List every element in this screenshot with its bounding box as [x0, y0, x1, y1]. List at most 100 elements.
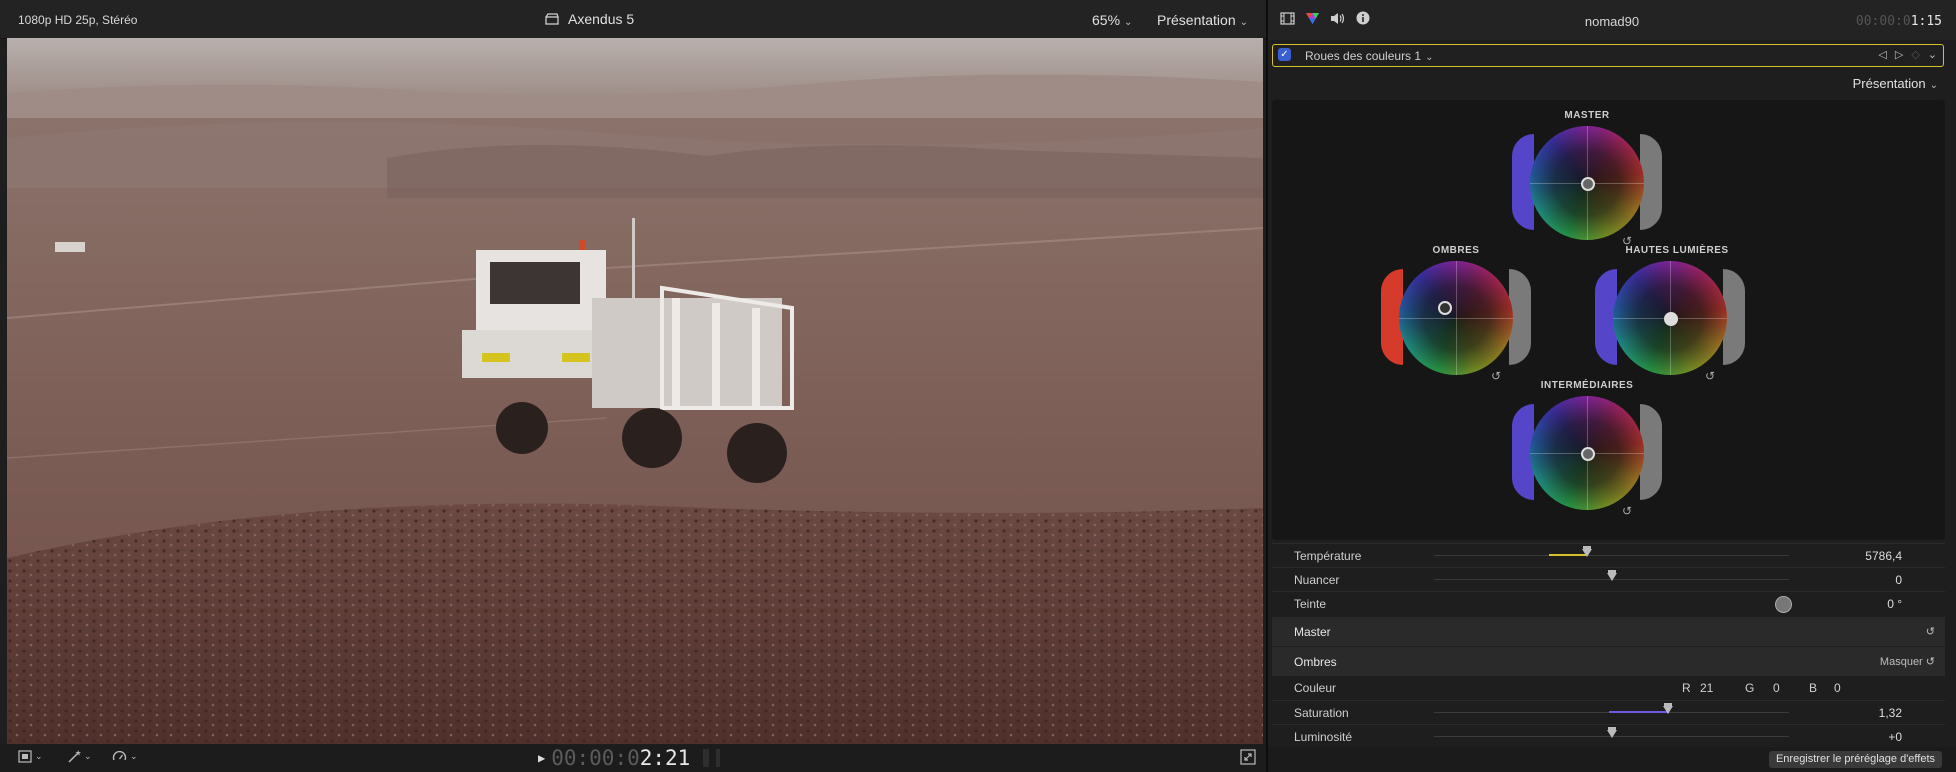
viewer-bottom-bar: ⌄ ⌄ ⌄ ▶ 00:00:02:21 — [0, 745, 1266, 772]
add-keyframe-icon[interactable]: ◇ — [1911, 48, 1919, 61]
g-value[interactable]: 0 — [1773, 681, 1809, 695]
slider-thumb[interactable] — [1606, 570, 1617, 581]
project-title: Axendus 5 — [568, 11, 635, 27]
clip-duration: 00:00:01:15 — [1856, 14, 1942, 29]
shadows-section-label: Ombres — [1294, 655, 1337, 669]
master-wheel[interactable]: ↺ — [1512, 126, 1662, 256]
chevron-down-icon: ⌄ — [35, 751, 43, 761]
next-keyframe-icon[interactable]: ▷ — [1895, 48, 1903, 61]
previous-keyframe-icon[interactable]: ◁ — [1878, 48, 1886, 61]
play-icon[interactable]: ▶ — [538, 751, 545, 765]
effect-header: ✓ Roues des couleurs 1 ⌄ ◁ ▷ ◇ ⌄ — [1272, 44, 1944, 67]
speedometer-icon — [112, 750, 127, 761]
hide-button[interactable]: Masquer — [1880, 656, 1923, 668]
chevron-down-icon: ⌄ — [130, 750, 138, 761]
chevron-down-icon: ⌄ — [1425, 52, 1434, 63]
reset-icon[interactable]: ↺ — [1622, 234, 1632, 248]
duration-dim: 00:00:0 — [1855, 14, 1911, 29]
clip-name: nomad90 — [1584, 14, 1640, 29]
timecode-display[interactable]: ▶ 00:00:02:21 — [538, 746, 690, 770]
temperature-value[interactable]: 5786,4 — [1792, 549, 1902, 563]
project-title-area: Axendus 5 — [545, 11, 634, 27]
saturation-row: Saturation 1,32 — [1272, 700, 1945, 725]
reset-icon[interactable]: ↺ — [1926, 625, 1935, 638]
temperature-slider[interactable] — [1434, 546, 1789, 557]
fullscreen-button[interactable] — [1240, 749, 1256, 770]
color-row: Couleur R 21 G 0 B 0 — [1272, 676, 1945, 700]
tint-slider[interactable] — [1434, 570, 1789, 581]
shadows-wheel[interactable]: ↺ — [1381, 261, 1531, 391]
effect-name-menu[interactable]: Roues des couleurs 1 ⌄ — [1305, 49, 1433, 63]
slider-thumb[interactable] — [1663, 703, 1674, 714]
inspector-view-menu[interactable]: Présentation ⌄ — [1853, 76, 1938, 91]
enhance-menu[interactable]: ⌄ — [67, 750, 92, 763]
duration-main: 1:15 — [1910, 14, 1942, 29]
saturation-slider[interactable] — [1434, 703, 1789, 714]
magic-wand-icon — [68, 750, 81, 763]
master-section-label: Master — [1294, 625, 1331, 639]
panel-divider[interactable] — [1266, 0, 1268, 772]
b-label: B — [1809, 681, 1818, 695]
reset-icon[interactable]: ↺ — [1926, 656, 1935, 668]
reset-icon[interactable]: ↺ — [1622, 504, 1632, 518]
divider-handle — [716, 749, 720, 767]
hue-dial[interactable] — [1775, 596, 1792, 613]
viewer-toolbar: 1080p HD 25p, Stéréo Axendus 5 65% ⌄ Prés… — [0, 0, 1266, 39]
shadows-wheel-label: OMBRES — [1432, 245, 1480, 256]
brightness-label: Luminosité — [1294, 730, 1353, 744]
inspector-footer: Enregistrer le préréglage d'effets — [1268, 747, 1956, 772]
zoom-menu[interactable]: 65% ⌄ — [1092, 12, 1132, 28]
divider-handle — [703, 749, 709, 767]
slider-thumb[interactable] — [1606, 727, 1617, 738]
color-puck[interactable] — [1664, 312, 1678, 326]
chevron-down-icon: ⌄ — [1124, 17, 1133, 28]
hue-row: Teinte 0 ° — [1272, 591, 1945, 616]
tint-row: Nuancer 0 — [1272, 567, 1945, 592]
timecode-dim: 00:00:0 — [551, 746, 640, 770]
clapper-icon — [545, 13, 559, 25]
chevron-down-icon: ⌄ — [1239, 17, 1248, 28]
highlights-wheel-label: HAUTES LUMIÈRES — [1625, 245, 1729, 256]
chevron-down-icon[interactable]: ⌄ — [1928, 48, 1937, 61]
r-label: R — [1682, 681, 1691, 695]
g-label: G — [1745, 681, 1755, 695]
effect-name: Roues des couleurs 1 — [1305, 49, 1422, 63]
inspector-view-label: Présentation — [1852, 76, 1926, 91]
master-section[interactable]: Master ↺ — [1272, 617, 1945, 646]
inspector-header: nomad90 00:00:01:15 — [1268, 0, 1956, 40]
midtones-wheel[interactable]: ↺ — [1512, 396, 1662, 526]
saturation-fill — [1609, 711, 1669, 713]
save-effects-preset-button[interactable]: Enregistrer le préréglage d'effets — [1768, 751, 1942, 768]
chevron-down-icon: ⌄ — [84, 751, 92, 761]
b-value[interactable]: 0 — [1834, 681, 1854, 695]
midtones-wheel-label: INTERMÉDIAIRES — [1540, 380, 1634, 391]
temperature-row: Température 5786,4 — [1272, 543, 1945, 568]
highlights-wheel[interactable]: ↺ — [1595, 261, 1745, 391]
color-puck[interactable] — [1581, 177, 1595, 191]
view-menu[interactable]: Présentation ⌄ — [1157, 12, 1248, 28]
color-puck[interactable] — [1581, 447, 1595, 461]
format-label: 1080p HD 25p, Stéréo — [18, 13, 138, 27]
view-label: Présentation — [1157, 12, 1236, 28]
transform-menu[interactable]: ⌄ — [18, 750, 43, 763]
brightness-slider[interactable] — [1434, 727, 1789, 738]
rgb-values: R 21 G 0 B 0 — [1682, 681, 1854, 695]
color-wheels-panel: MASTER ↺ OMBRES ↺ HAUTES LUMIÈRES ↺ INTE… — [1272, 100, 1945, 540]
r-value[interactable]: 21 — [1700, 681, 1745, 695]
reset-icon[interactable]: ↺ — [1705, 369, 1715, 383]
crop-frame-icon — [18, 750, 32, 763]
saturation-value[interactable]: 1,32 — [1792, 706, 1902, 720]
tint-label: Nuancer — [1294, 573, 1340, 587]
speed-menu[interactable]: ⌄ — [112, 750, 138, 762]
slider-thumb[interactable] — [1581, 546, 1592, 557]
effect-enable-checkbox[interactable]: ✓ — [1278, 48, 1291, 61]
color-puck[interactable] — [1438, 301, 1452, 315]
brightness-value[interactable]: +0 — [1792, 730, 1902, 744]
reset-icon[interactable]: ↺ — [1491, 369, 1501, 383]
hue-value[interactable]: 0 ° — [1792, 597, 1902, 611]
expand-icon — [1240, 749, 1256, 765]
temperature-label: Température — [1294, 549, 1362, 563]
tint-value[interactable]: 0 — [1792, 573, 1902, 587]
zoom-value: 65% — [1092, 12, 1121, 28]
shadows-section[interactable]: Ombres Masquer ↺ — [1272, 647, 1945, 676]
